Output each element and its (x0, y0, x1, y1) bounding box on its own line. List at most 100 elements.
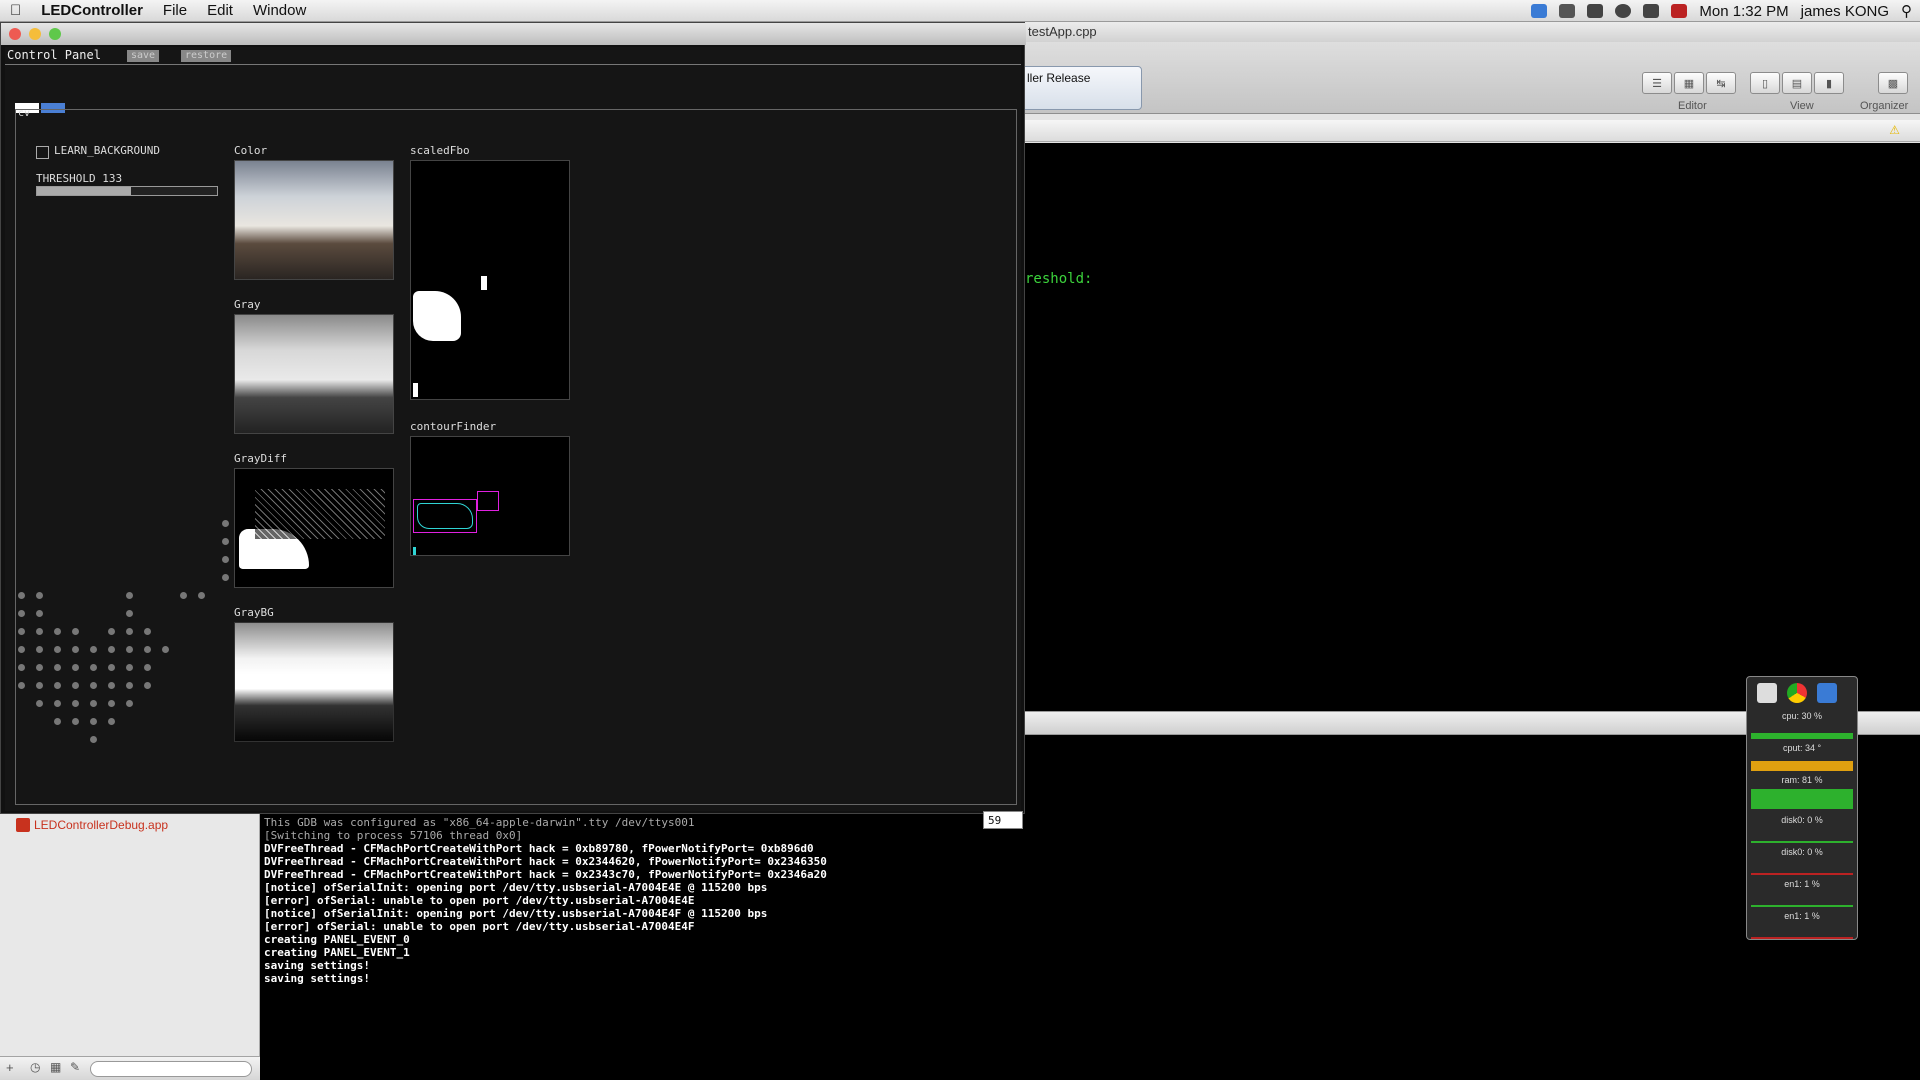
edited-filter-icon[interactable]: ✎ (70, 1060, 80, 1074)
save-button[interactable]: save (127, 50, 160, 62)
add-icon[interactable]: + (6, 1060, 14, 1075)
decor-dot (222, 538, 229, 545)
scheme-selector[interactable]: ller Release (1020, 66, 1142, 110)
disk0-row-a: disk0: 0 % (1749, 815, 1855, 845)
decor-dot (18, 646, 25, 653)
contourfinder-label: contourFinder (410, 420, 497, 433)
decor-dot (54, 646, 61, 653)
graydiff-label: GrayDiff (234, 452, 287, 465)
console-line: creating PANEL_EVENT_1 (264, 946, 410, 959)
decor-dot (54, 682, 61, 689)
decor-dot (36, 682, 43, 689)
decor-dot (18, 664, 25, 671)
organizer-button[interactable]: ▩ (1878, 72, 1908, 94)
status-area: Mon 1:32 PM james KONG ⚲ (1531, 0, 1912, 22)
restore-button[interactable]: restore (181, 50, 232, 62)
scaledfbo-image (410, 160, 570, 400)
navigator-filter-input[interactable] (90, 1061, 252, 1077)
scm-filter-icon[interactable]: ▦ (50, 1060, 61, 1074)
menu-file[interactable]: File (153, 0, 197, 22)
menu-window[interactable]: Window (243, 0, 316, 22)
threshold-fill (37, 187, 131, 195)
ram-row: ram: 81 % (1749, 775, 1855, 811)
debug-toggle-button[interactable]: ▤ (1782, 72, 1812, 94)
organizer-label: Organizer (1860, 100, 1909, 112)
console-line: DVFreeThread - CFMachPortCreateWithPort … (264, 868, 827, 881)
jump-bar[interactable]: ⚠ (1010, 120, 1920, 142)
display-icon[interactable] (1587, 4, 1604, 18)
decor-dot (54, 664, 61, 671)
navigator-toggle-button[interactable]: ▯ (1750, 72, 1780, 94)
dropbox-icon[interactable] (1817, 683, 1837, 703)
source-editor[interactable]: reshold: (1010, 143, 1920, 711)
decor-dot (144, 628, 151, 635)
ram-bar (1751, 789, 1853, 809)
apple-icon[interactable]:  (0, 0, 31, 22)
zoom-icon[interactable] (49, 28, 61, 40)
project-navigator: LEDControllerDebug.app + ◷ ▦ ✎ (0, 810, 260, 1080)
clock-filter-icon[interactable]: ◷ (30, 1060, 40, 1074)
threshold-slider[interactable] (36, 186, 218, 196)
decor-dot (72, 646, 79, 653)
contourfinder-image (410, 436, 570, 556)
chrome-icon[interactable] (1787, 683, 1807, 703)
decor-dot (18, 592, 25, 599)
clock[interactable]: Mon 1:32 PM (1699, 3, 1788, 20)
decor-dot (126, 664, 133, 671)
decor-dot (126, 700, 133, 707)
color-label: Color (234, 144, 268, 157)
navigator-filter-bar: + ◷ ▦ ✎ (0, 1056, 260, 1080)
gray-label: Gray (234, 298, 261, 311)
contour-box-small (477, 491, 499, 511)
wifi-icon[interactable] (1559, 4, 1576, 18)
console-line: creating PANEL_EVENT_0 (264, 933, 410, 946)
time-machine-icon[interactable] (1615, 4, 1632, 18)
spotlight-icon[interactable]: ⚲ (1901, 2, 1912, 20)
close-icon[interactable] (9, 28, 21, 40)
window-titlebar[interactable] (1, 23, 1026, 45)
app-menu[interactable]: LEDController (31, 0, 153, 22)
user-name[interactable]: james KONG (1801, 3, 1889, 20)
decor-dot (36, 646, 43, 653)
menu-bar:  LEDController File Edit Window Mon 1:3… (0, 0, 1920, 22)
decor-dot (90, 682, 97, 689)
utilities-toggle-button[interactable]: ▮ (1814, 72, 1844, 94)
assistant-editor-button[interactable]: ▦ (1674, 72, 1704, 94)
en1-row-b: en1: 1 % (1749, 911, 1855, 941)
cv-panel: cv LEARN_BACKGROUND THRESHOLD 133 Color … (15, 108, 1017, 805)
decor-dot (36, 610, 43, 617)
preview-icon[interactable] (1757, 683, 1777, 703)
decor-dot (126, 628, 133, 635)
graydiff-noise (255, 489, 385, 539)
control-panel: Control Panel save restore cv LEARN_BACK… (5, 47, 1023, 829)
cput-bar (1751, 761, 1853, 771)
console-line: [notice] ofSerialInit: opening port /dev… (264, 881, 768, 894)
decor-dot (198, 592, 205, 599)
standard-editor-button[interactable]: ☰ (1642, 72, 1672, 94)
control-panel-header: Control Panel save restore (5, 47, 1021, 65)
flag-icon[interactable] (1671, 4, 1688, 18)
contour-outline (417, 503, 473, 529)
scaledfbo-bar (413, 383, 418, 397)
decor-dot (90, 718, 97, 725)
console-line: DVFreeThread - CFMachPortCreateWithPort … (264, 855, 827, 868)
minimize-icon[interactable] (29, 28, 41, 40)
decor-dot (126, 682, 133, 689)
disk0-bar-a (1751, 841, 1853, 843)
decor-dot (72, 628, 79, 635)
decor-dot (90, 700, 97, 707)
warning-icon[interactable]: ⚠ (1889, 123, 1900, 137)
volume-icon[interactable] (1643, 4, 1660, 18)
version-editor-button[interactable]: ↹ (1706, 72, 1736, 94)
product-item[interactable]: LEDControllerDebug.app (34, 818, 168, 832)
dropbox-icon[interactable] (1531, 4, 1548, 18)
view-group: ▯ ▤ ▮ (1750, 72, 1846, 94)
app-product-icon (16, 818, 30, 832)
decor-dot (90, 664, 97, 671)
menu-edit[interactable]: Edit (197, 0, 243, 22)
debug-console[interactable]: This GDB was configured as "x86_64-apple… (260, 810, 1010, 1080)
decor-dot (126, 592, 133, 599)
console-line: saving settings! (264, 959, 370, 972)
cput-text: cput: 34 ° (1782, 743, 1822, 753)
learn-background-checkbox[interactable] (36, 146, 49, 159)
